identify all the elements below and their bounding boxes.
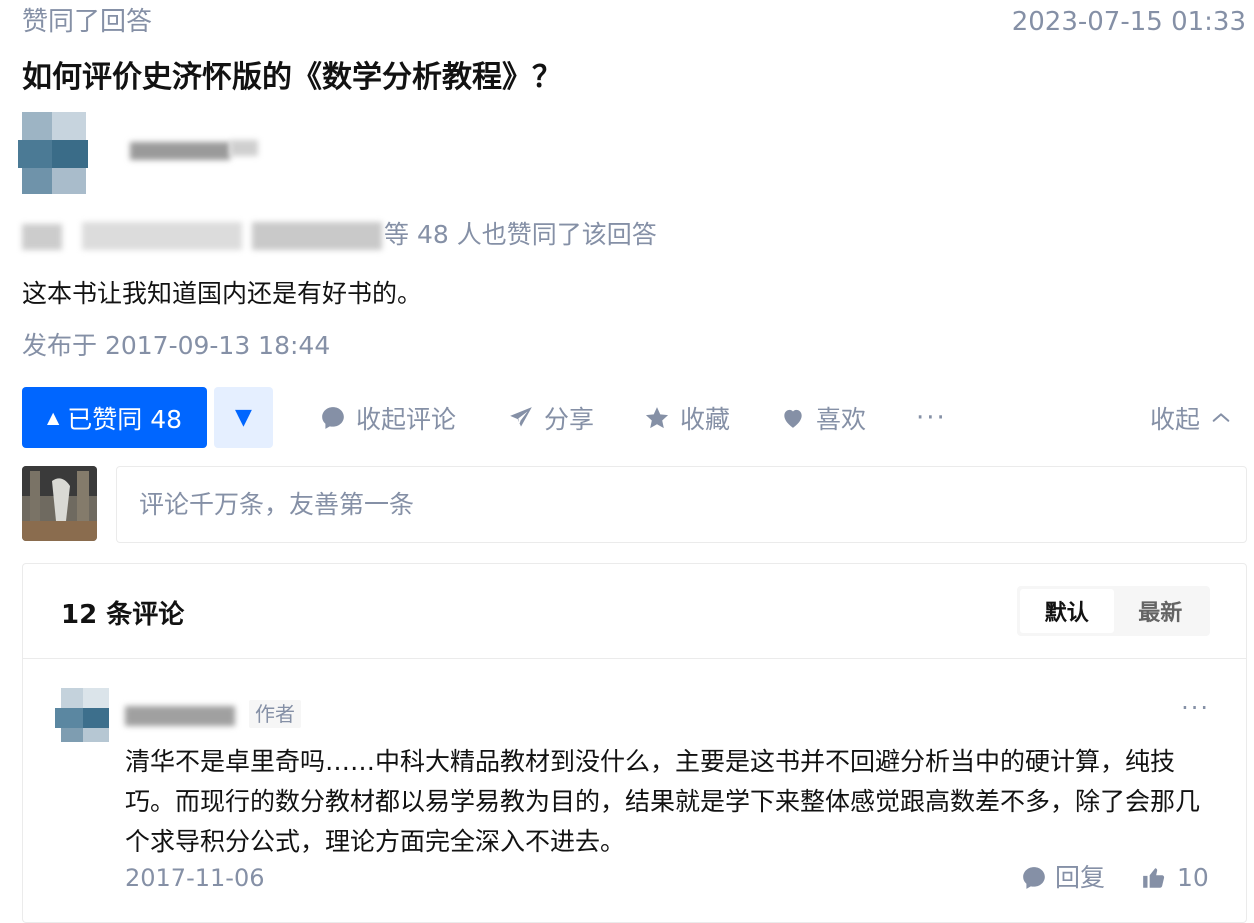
vote-up-button[interactable]: ▲ 已赞同 48 (22, 387, 207, 448)
comment-author-name[interactable] (125, 700, 243, 730)
comment-count: 12 条评论 (61, 600, 185, 630)
heart-icon (784, 409, 802, 428)
reply-label: 回复 (1055, 863, 1106, 892)
collect-label: 收藏 (680, 404, 731, 434)
activity-label: 赞同了回答 (22, 7, 153, 37)
triangle-up-icon: ▲ (46, 408, 60, 427)
comment-input[interactable] (116, 466, 1247, 543)
toggle-comments-button[interactable]: 收起评论 (320, 387, 456, 448)
thumbs-up-icon (1143, 868, 1165, 888)
paper-plane-icon (510, 406, 532, 427)
like-label: 喜欢 (816, 404, 867, 434)
like-button[interactable]: 喜欢 (780, 387, 866, 448)
star-icon (645, 406, 669, 428)
voters-line: 等 48 人也赞同了该回答 (22, 214, 722, 258)
comment-date: 2017-11-06 (125, 864, 265, 892)
reply-button[interactable]: 回复 (1021, 860, 1105, 896)
comment-icon (1023, 867, 1045, 889)
comment-icon (322, 406, 344, 429)
vote-down-button[interactable]: ▼ (214, 387, 273, 448)
comment-like-count: 10 (1177, 863, 1209, 892)
answer-content[interactable]: 这本书让我知道国内还是有好书的。 (22, 276, 422, 312)
toggle-comments-label: 收起评论 (356, 404, 457, 434)
chevron-up-icon (1212, 412, 1230, 422)
collapse-label: 收起 (1150, 404, 1201, 434)
comments-header: 12 条评论 默认 最新 (23, 564, 1246, 659)
collect-button[interactable]: 收藏 (644, 387, 730, 448)
comment-author-avatar[interactable] (55, 688, 109, 742)
author-badge: 作者 (249, 700, 301, 728)
comment-like-button[interactable]: 10 (1141, 860, 1209, 896)
sort-toggle: 默认 最新 (1017, 586, 1210, 636)
comment-text: 清华不是卓里奇吗……中科大精品教材到没什么，主要是这书并不回避分析当中的硬计算，… (125, 747, 1201, 856)
activity-timestamp: 2023-07-15 01:33 (1011, 7, 1246, 37)
collapse-button[interactable]: 收起 (1150, 387, 1232, 448)
comment-more-button[interactable]: ··· (1181, 694, 1210, 722)
author-avatar[interactable] (18, 112, 90, 196)
triangle-down-icon: ▼ (235, 405, 252, 430)
sort-latest-button[interactable]: 最新 (1114, 589, 1208, 633)
sort-default-button[interactable]: 默认 (1020, 589, 1114, 633)
more-actions-button[interactable]: ··· (916, 387, 947, 448)
question-title[interactable]: 如何评价史济怀版的《数学分析教程》？ (22, 58, 562, 98)
author-name[interactable] (110, 128, 260, 170)
vote-up-label: 已赞同 48 (67, 404, 183, 434)
current-user-avatar (22, 466, 97, 541)
voters-text: 等 48 人也赞同了该回答 (384, 220, 657, 249)
share-button[interactable]: 分享 (508, 387, 594, 448)
share-label: 分享 (544, 404, 595, 434)
published-time[interactable]: 发布于 2017-09-13 18:44 (22, 328, 330, 364)
comments-panel: 12 条评论 默认 最新 作者 ··· 清华不是卓里奇吗……中科大精品教材到没什… (22, 563, 1247, 923)
